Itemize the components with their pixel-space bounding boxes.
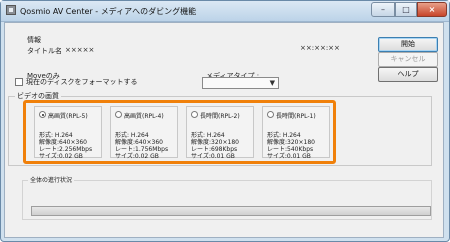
title-bar[interactable]: Qosmio AV Center - メディアへのダビング機能 – □ × (1, 1, 449, 22)
chevron-down-icon: ▼ (269, 79, 275, 87)
title-name-value: ××××× (65, 46, 95, 54)
quality-radio-rpl1[interactable] (267, 111, 274, 118)
close-button[interactable]: × (417, 2, 447, 17)
quality-size: サイズ:0.01 GB (267, 153, 311, 160)
quality-format: 形式: H.264 (39, 132, 73, 139)
start-button[interactable]: 開始 (378, 37, 438, 52)
quality-rate: レート:540Kbps (267, 146, 314, 153)
title-name-label: タイトル名 (27, 47, 62, 55)
quality-format: 形式: H.264 (115, 132, 149, 139)
quality-name: 高画質(RPL-5) (48, 113, 88, 120)
overall-progress-bar (31, 206, 431, 216)
quality-radio-rpl5[interactable] (39, 111, 46, 118)
quality-radio-rpl2[interactable] (191, 111, 198, 118)
info-section-label: 情報 (27, 36, 41, 44)
quality-name: 高画質(RPL-4) (124, 113, 164, 120)
media-dropdown[interactable]: ▼ (202, 77, 279, 89)
quality-option-rpl5[interactable]: 高画質(RPL-5) 形式: H.264 解像度:640×360 レート:2.2… (34, 106, 102, 160)
quality-size: サイズ:0.02 GB (115, 153, 159, 160)
help-button[interactable]: ヘルプ (378, 67, 438, 82)
app-icon (6, 5, 16, 15)
quality-rate: レート:698Kbps (191, 146, 238, 153)
quality-option-rpl1[interactable]: 長時間(RPL-1) 形式: H.264 解像度:320×180 レート:540… (262, 106, 330, 160)
quality-rate: レート:2.256Mbps (39, 146, 93, 153)
format-disc-label: 現在のディスクをフォーマットする (26, 78, 138, 86)
quality-radio-rpl4[interactable] (115, 111, 122, 118)
window-title: Qosmio AV Center - メディアへのダビング機能 (20, 7, 197, 16)
format-disc-checkbox[interactable] (15, 78, 23, 86)
quality-resolution: 解像度:320×180 (267, 139, 315, 146)
quality-option-rpl4[interactable]: 高画質(RPL-4) 形式: H.264 解像度:640×360 レート:1.7… (110, 106, 178, 160)
quality-resolution: 解像度:320×180 (191, 139, 239, 146)
quality-option-rpl2[interactable]: 長時間(RPL-2) 形式: H.264 解像度:320×180 レート:698… (186, 106, 254, 160)
quality-name: 長時間(RPL-2) (200, 113, 240, 120)
duration-value: ××:××:×× (300, 44, 340, 52)
maximize-button[interactable]: □ (395, 2, 417, 17)
quality-resolution: 解像度:640×360 (39, 139, 87, 146)
overall-progress-label: 全体の進行状況 (28, 175, 75, 184)
quality-size: サイズ:0.01 GB (191, 153, 235, 160)
quality-size: サイズ:0.02 GB (39, 153, 83, 160)
quality-resolution: 解像度:640×360 (115, 139, 163, 146)
quality-rate: レート:1.756Mbps (115, 146, 169, 153)
minimize-button[interactable]: – (371, 2, 395, 17)
quality-format: 形式: H.264 (267, 132, 301, 139)
quality-format: 形式: H.264 (191, 132, 225, 139)
quality-name: 長時間(RPL-1) (276, 113, 316, 120)
cancel-button[interactable]: キャンセル (378, 52, 438, 67)
